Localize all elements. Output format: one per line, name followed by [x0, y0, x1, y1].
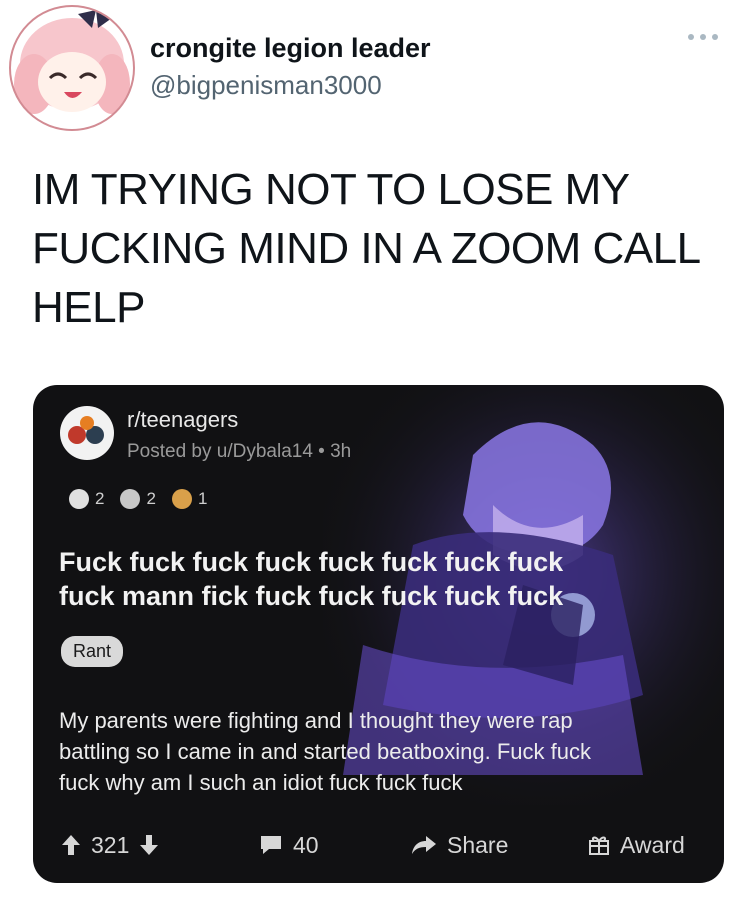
tweet-text-line: FUCKING MIND IN A ZOOM CALL: [32, 224, 701, 273]
share-icon: [411, 835, 437, 855]
display-name[interactable]: crongite legion leader: [150, 33, 431, 64]
vote-count: 321: [91, 831, 130, 858]
post-meta: Posted by u/Dybala14 • 3h: [127, 441, 352, 462]
award-button[interactable]: Award: [588, 825, 685, 865]
post-body-line: battling so I came in and started beatbo…: [59, 739, 591, 764]
post-body: My parents were fighting and I thought t…: [59, 705, 699, 798]
award-facepalm-icon: [171, 489, 192, 509]
share-label: Share: [447, 831, 509, 858]
award-count: 2: [95, 489, 105, 508]
post-title-line: fuck mann fick fuck fuck fuck fuck fuck: [59, 581, 564, 611]
vote-group: 321: [61, 825, 159, 865]
avatar[interactable]: [8, 4, 136, 132]
subreddit-avatar[interactable]: [59, 405, 115, 461]
post-title-line: Fuck fuck fuck fuck fuck fuck fuck fuck: [59, 547, 564, 577]
subreddit-name[interactable]: r/teenagers: [127, 407, 238, 433]
comment-icon: [259, 834, 283, 856]
ellipsis-icon[interactable]: [686, 30, 720, 44]
post-flair[interactable]: Rant: [61, 636, 124, 667]
award-label: Award: [620, 831, 685, 858]
share-button[interactable]: Share: [411, 825, 508, 865]
tweet-text-line: IM TRYING NOT TO LOSE MY: [32, 165, 630, 214]
post-title[interactable]: Fuck fuck fuck fuck fuck fuck fuck fuck …: [59, 545, 699, 613]
comment-count: 40: [293, 831, 319, 858]
post-actions: 321 40 Share Award: [33, 825, 724, 865]
post-body-line: My parents were fighting and I thought t…: [59, 708, 573, 733]
award-count: 1: [197, 489, 208, 508]
gift-icon: [588, 834, 610, 856]
reddit-post-image[interactable]: r/teenagers Posted by u/Dybala14 • 3h 2 …: [33, 385, 724, 883]
user-handle[interactable]: @bigpenisman3000: [150, 70, 382, 101]
award-wholesome-icon: [69, 489, 89, 509]
downvote-icon[interactable]: [139, 834, 159, 856]
tweet-text-line: HELP: [32, 283, 145, 332]
awards-row: 2 2 1: [69, 489, 217, 509]
post-body-line: fuck why am I such an idiot fuck fuck fu…: [59, 770, 463, 795]
award-count: 2: [146, 489, 156, 508]
upvote-icon[interactable]: [61, 834, 81, 856]
tweet-text: IM TRYING NOT TO LOSE MY FUCKING MIND IN…: [32, 160, 722, 337]
award-silver-icon: [120, 489, 141, 509]
comments-button[interactable]: 40: [259, 825, 319, 865]
